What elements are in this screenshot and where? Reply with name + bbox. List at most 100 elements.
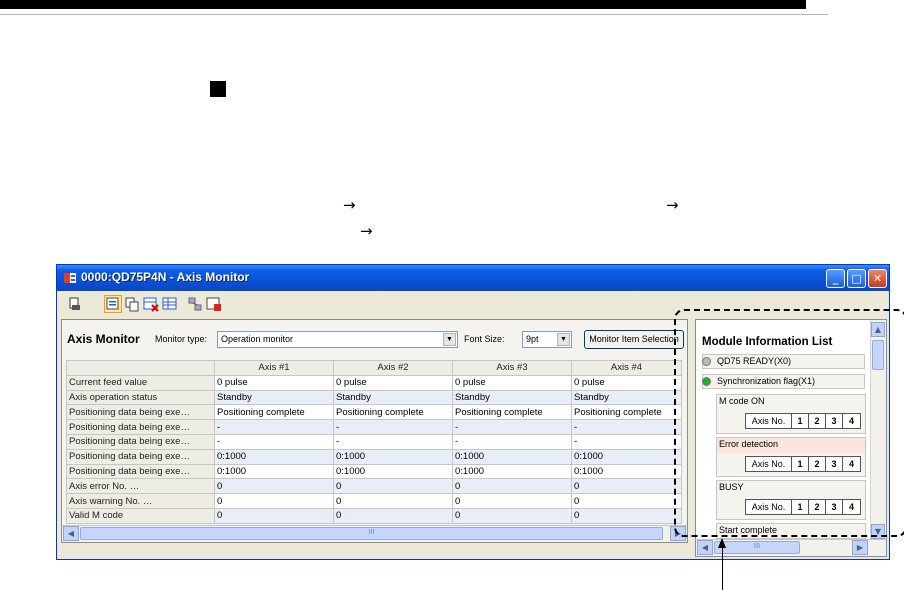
table-cell: 0 [214,507,334,524]
title-bar[interactable]: 0000:QD75P4N - Axis Monitor _ □ ✕ [57,265,889,291]
table-cell: 0:1000 [452,463,572,480]
row-label: Positioning data being exe… [66,433,215,450]
header-rule [0,14,828,15]
table-cell: 0:1000 [214,448,334,465]
table-cell: - [214,419,334,435]
row-label: Positioning data being exe… [66,448,215,465]
table-cell: - [214,433,334,450]
toolbar [61,293,239,315]
maximize-button[interactable]: □ [847,269,866,288]
table-cell: - [333,433,453,450]
table-cell: 0:1000 [333,448,453,465]
monitor-start-icon[interactable] [104,295,122,313]
table-cell: 0:1000 [571,448,682,465]
monitor-type-value: Operation monitor [221,334,294,344]
table-row: Current feed value 0 pulse 0 pulse 0 pulse 0… [66,374,682,391]
close-button[interactable]: ✕ [868,269,887,288]
table-cell: 0:1000 [214,463,334,480]
minimize-button[interactable]: _ [826,269,845,288]
table-cell: 0 [571,507,682,524]
pane-title: Axis Monitor [67,332,140,346]
table-row: Axis error No. … 0 0 0 0 [66,478,682,495]
highlight-callout [674,309,904,537]
table-cell: 0 pulse [571,374,682,391]
row-label: Valid M code [66,507,215,524]
network-icon[interactable] [187,296,203,312]
chevron-down-icon[interactable]: ▼ [443,333,456,346]
table-cell: 0 [571,478,682,495]
column-header: Axis #2 [333,360,453,376]
monitor-copy-icon[interactable] [124,296,140,312]
table-cell: Positioning complete [452,404,572,421]
monitor-item-selection-button[interactable]: Monitor Item Selection [584,330,684,349]
print-icon[interactable] [67,296,83,312]
table-header-row: Axis #1 Axis #2 Axis #3 Axis #4 [66,360,682,376]
horizontal-scrollbar[interactable]: ◀ III ▶ [62,525,687,542]
corner-header [66,360,215,376]
app-icon [64,273,76,283]
page-header-bar [0,0,806,9]
table-row: Axis warning No. … 0 0 0 0 [66,493,682,509]
table-icon[interactable] [162,296,178,312]
window-title: 0000:QD75P4N - Axis Monitor [81,270,250,284]
font-size-select[interactable]: 9pt ▼ [522,331,572,348]
table-row: Positioning data being exe… Positioning c… [66,404,682,421]
scroll-thumb[interactable]: III [80,527,663,540]
stop-monitor-icon[interactable] [206,296,222,312]
column-header: Axis #4 [571,360,682,376]
table-cell: - [571,419,682,435]
table-cell: Positioning complete [571,404,682,421]
arrow-icon: → [666,196,679,214]
delete-table-icon[interactable] [143,296,159,312]
table-cell: Standby [214,389,334,406]
monitor-type-select[interactable]: Operation monitor ▼ [217,331,458,348]
table-row: Positioning data being exe… - - - - [66,419,682,435]
table-cell: 0 [571,493,682,509]
row-label: Axis error No. … [66,478,215,495]
table-cell: 0 [452,493,572,509]
row-label: Current feed value [66,374,215,391]
table-cell: - [452,419,572,435]
table-cell: - [452,433,572,450]
scroll-right-icon[interactable]: ▶ [852,540,868,555]
scroll-left-icon[interactable]: ◀ [697,540,713,555]
table-cell: 0 pulse [214,374,334,391]
scroll-left-icon[interactable]: ◀ [63,526,79,541]
table-cell: Standby [571,389,682,406]
table-cell: 0 pulse [452,374,572,391]
table-row: Positioning data being exe… 0:1000 0:1000 0… [66,463,682,480]
table-cell: Positioning complete [214,404,334,421]
table-row: Axis operation status Standby Standby Stand… [66,389,682,406]
table-cell: 0:1000 [333,463,453,480]
table-row: Positioning data being exe… 0:1000 0:1000 0… [66,448,682,465]
table-cell: 0:1000 [452,448,572,465]
table-cell: 0 [333,478,453,495]
table-cell: 0 [333,493,453,509]
table-cell: 0 pulse [333,374,453,391]
table-cell: 0 [333,507,453,524]
axis-monitor-pane: Axis Monitor Monitor type: Operation mon… [61,319,688,543]
arrow-icon: → [343,196,356,214]
table-cell: 0:1000 [571,463,682,480]
table-cell: Positioning complete [333,404,453,421]
table-cell: 0 [214,493,334,509]
table-row: Valid M code 0 0 0 0 [66,507,682,524]
table-cell: - [571,433,682,450]
row-label: Positioning data being exe… [66,404,215,421]
font-size-label: Font Size: [464,334,505,344]
font-size-value: 9pt [526,334,539,344]
chevron-down-icon[interactable]: ▼ [557,333,570,346]
table-cell: - [333,419,453,435]
row-label: Positioning data being exe… [66,463,215,480]
table-cell: 0 [214,478,334,495]
column-header: Axis #3 [452,360,572,376]
monitor-type-label: Monitor type: [155,334,208,344]
row-label: Axis operation status [66,389,215,406]
scroll-thumb[interactable]: III [714,541,800,554]
row-label: Axis warning No. … [66,493,215,509]
table-cell: 0 [452,478,572,495]
pointer-line [722,546,723,590]
table-cell: Standby [452,389,572,406]
column-header: Axis #1 [214,360,334,376]
row-label: Positioning data being exe… [66,419,215,435]
